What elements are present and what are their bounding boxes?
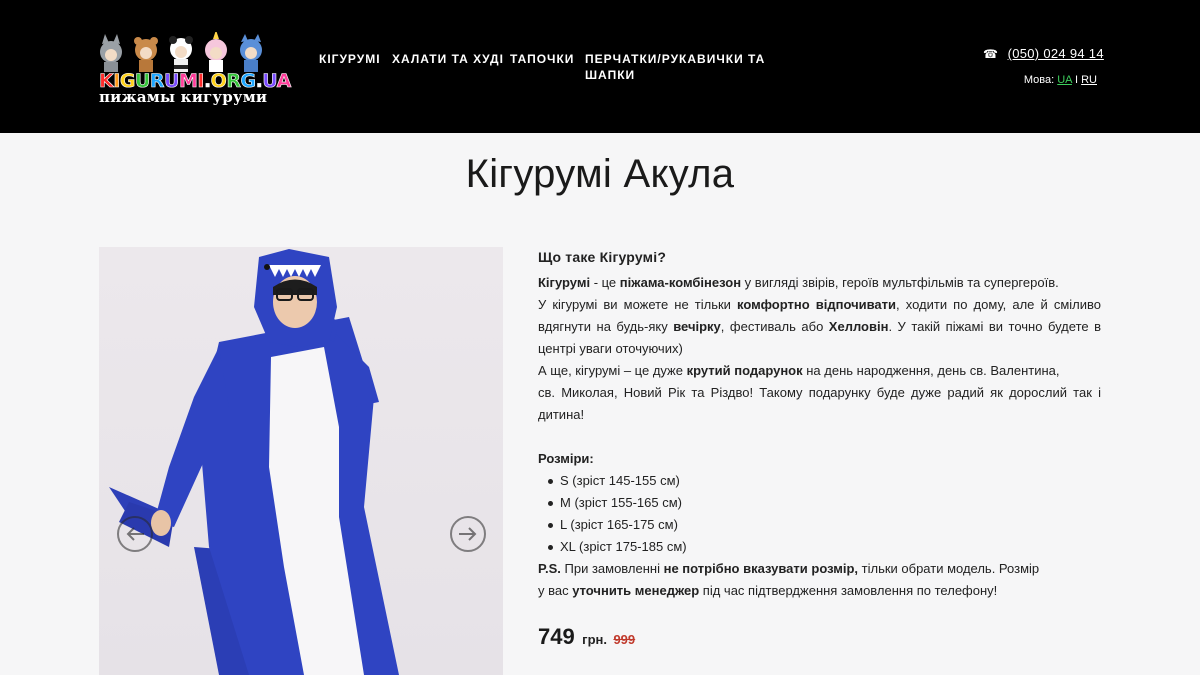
nav-item-kigurumi[interactable]: КІГУРУМІ <box>319 51 381 67</box>
language-switcher: Мова: UA I RU <box>1024 74 1097 86</box>
logo-subtitle: пижамы кигуруми <box>99 88 268 106</box>
lang-ua-link[interactable]: UA <box>1057 74 1072 86</box>
header-phone: ☎ (050) 024 94 14 <box>983 46 1104 61</box>
lang-ru-link[interactable]: RU <box>1081 74 1097 86</box>
size-item: L (зріст 165-175 см) <box>546 514 1101 536</box>
nav-item-gloves-hats-line2: ШАПКИ <box>585 68 636 82</box>
product-image-carousel[interactable] <box>99 247 503 675</box>
size-item: M (зріст 155-165 см) <box>546 492 1101 514</box>
price-old: 999 <box>613 632 636 647</box>
price-currency: грн. <box>582 632 607 647</box>
size-item: S (зріст 145-155 см) <box>546 470 1101 492</box>
product-photo <box>109 249 399 675</box>
description-paragraph-4: св. Миколая, Новий Рік та Різдво! Такому… <box>538 385 1101 422</box>
carousel-next-button[interactable] <box>450 516 486 552</box>
arrow-right-icon <box>459 527 477 541</box>
sizes-list: S (зріст 145-155 см) M (зріст 155-165 см… <box>546 470 1101 558</box>
site-header: KIGURUMI.ORG.UA пижамы кигуруми КІГУРУМІ… <box>0 0 1200 133</box>
product-description: Що таке Кігурумі? Кігурумі - це піжама-к… <box>538 249 1101 602</box>
nav-item-robes-hoodies[interactable]: ХАЛАТИ ТА ХУДІ <box>392 51 504 67</box>
description-paragraph-3: А ще, кігурумі – це дуже крутий подаруно… <box>538 363 1060 378</box>
page-title: Кігурумі Акула <box>465 152 735 196</box>
price-current: 749 <box>538 624 575 649</box>
ps-note-2: у вас уточнить менеджер під час підтверд… <box>538 583 998 598</box>
nav-item-slippers[interactable]: ТАПОЧКИ <box>510 51 574 67</box>
phone-link[interactable]: (050) 024 94 14 <box>1008 46 1104 61</box>
description-heading: Що таке Кігурумі? <box>538 249 667 265</box>
arrow-left-icon <box>126 527 144 541</box>
nav-item-gloves-hats-line1: ПЕРЧАТКИ/РУКАВИЧКИ ТА <box>585 52 766 66</box>
size-item: XL (зріст 175-185 см) <box>546 536 1101 558</box>
site-logo[interactable]: KIGURUMI.ORG.UA пижамы кигуруми <box>99 32 292 106</box>
description-paragraph-2: У кігурумі ви можете не тільки комфортно… <box>538 297 1102 356</box>
sizes-title: Розміри: <box>538 451 594 466</box>
lang-separator: I <box>1074 74 1079 86</box>
description-paragraph-1: Кігурумі - це піжама-комбінезон у вигляд… <box>538 275 1059 290</box>
logo-characters-icon <box>100 32 262 72</box>
language-label: Мова: <box>1023 74 1055 86</box>
carousel-prev-button[interactable] <box>117 516 153 552</box>
ps-note: P.S. При замовленні не потрібно вказуват… <box>538 561 1040 576</box>
nav-item-gloves-hats[interactable]: ПЕРЧАТКИ/РУКАВИЧКИ ТА ШАПКИ <box>585 51 765 83</box>
product-price: 749 грн. 999 <box>538 624 635 650</box>
phone-icon: ☎ <box>983 47 998 61</box>
